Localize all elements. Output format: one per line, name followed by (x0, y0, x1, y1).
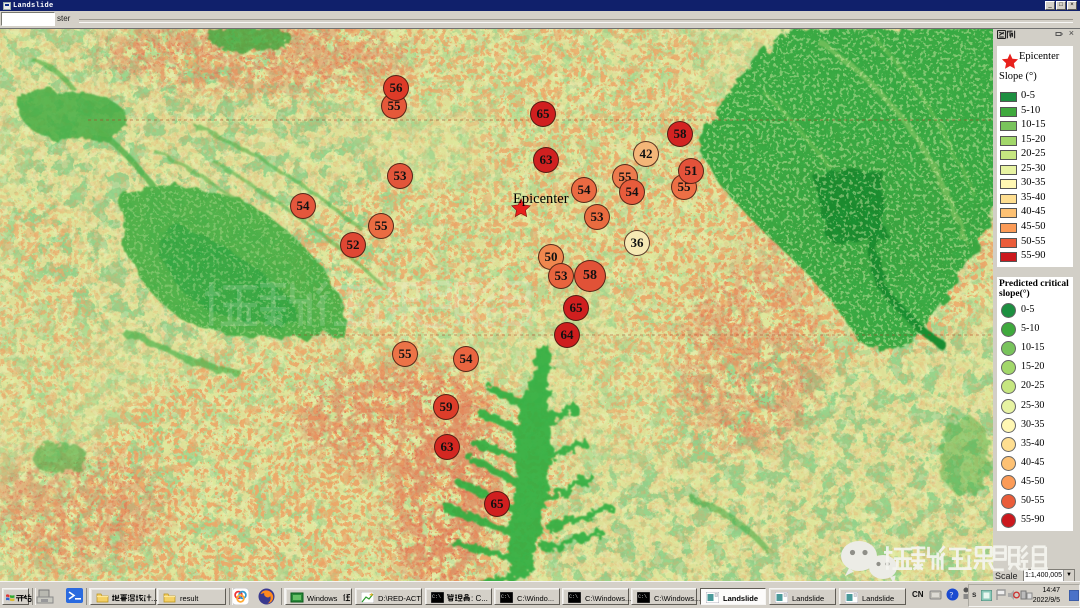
svg-text:Epicenter: Epicenter (513, 191, 569, 207)
svg-text:C:\: C:\ (432, 594, 441, 600)
svg-text:?: ? (950, 591, 954, 600)
svg-text:C:\: C:\ (569, 594, 578, 600)
svg-text:C:\: C:\ (638, 594, 647, 600)
svg-text:C:\: C:\ (501, 594, 510, 600)
